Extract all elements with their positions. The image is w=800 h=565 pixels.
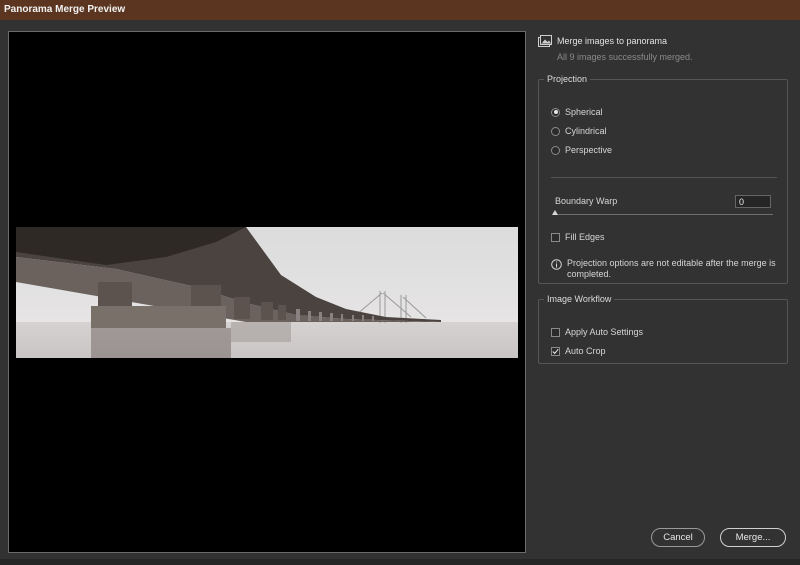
merge-title: Merge images to panorama	[557, 36, 668, 46]
checkbox-label: Apply Auto Settings	[565, 327, 644, 337]
checkbox-label: Auto Crop	[565, 346, 606, 356]
radio-indicator[interactable]	[551, 145, 560, 155]
panorama-preview	[8, 31, 526, 553]
merge-button[interactable]: Merge...	[720, 528, 786, 547]
auto-crop-checkbox[interactable]: Auto Crop	[551, 346, 606, 356]
radio-label: Spherical	[565, 107, 603, 117]
slider-thumb[interactable]	[552, 210, 558, 215]
panorama-image	[16, 227, 518, 358]
radio-indicator[interactable]	[551, 107, 560, 117]
apply-auto-settings-checkbox[interactable]: Apply Auto Settings	[551, 327, 643, 337]
panorama-icon	[538, 35, 552, 47]
radio-spherical[interactable]: Spherical	[551, 107, 603, 117]
checkmark-icon	[552, 348, 559, 354]
boundary-warp-slider[interactable]	[554, 214, 773, 215]
checkbox-label: Fill Edges	[565, 232, 605, 242]
bottom-edge	[0, 559, 800, 565]
image-workflow-group: Image Workflow Apply Auto Settings Auto …	[538, 294, 788, 364]
checkbox-indicator[interactable]	[551, 232, 560, 242]
merge-header: Merge images to panorama All 9 images su…	[538, 35, 693, 62]
workflow-legend: Image Workflow	[547, 294, 612, 304]
fill-edges-checkbox[interactable]: Fill Edges	[551, 232, 605, 242]
radio-label: Cylindrical	[565, 126, 607, 136]
boundary-warp-label: Boundary Warp	[555, 196, 618, 206]
radio-label: Perspective	[565, 145, 613, 155]
radio-perspective[interactable]: Perspective	[551, 145, 612, 155]
window-title: Panorama Merge Preview	[0, 0, 800, 20]
radio-cylindrical[interactable]: Cylindrical	[551, 126, 607, 136]
radio-indicator[interactable]	[551, 126, 560, 136]
boundary-warp-input[interactable]	[735, 195, 771, 208]
merge-status: All 9 images successfully merged.	[557, 52, 693, 62]
cancel-button[interactable]: Cancel	[651, 528, 705, 547]
projection-group: Projection Spherical Cylindrical Perspec…	[538, 74, 788, 284]
projection-info: Projection options are not editable afte…	[551, 258, 777, 280]
divider	[551, 177, 777, 178]
info-icon	[551, 259, 562, 270]
checkbox-indicator[interactable]	[551, 346, 560, 356]
info-text: Projection options are not editable afte…	[567, 258, 776, 279]
checkbox-indicator[interactable]	[551, 327, 560, 337]
projection-legend: Projection	[547, 74, 588, 84]
